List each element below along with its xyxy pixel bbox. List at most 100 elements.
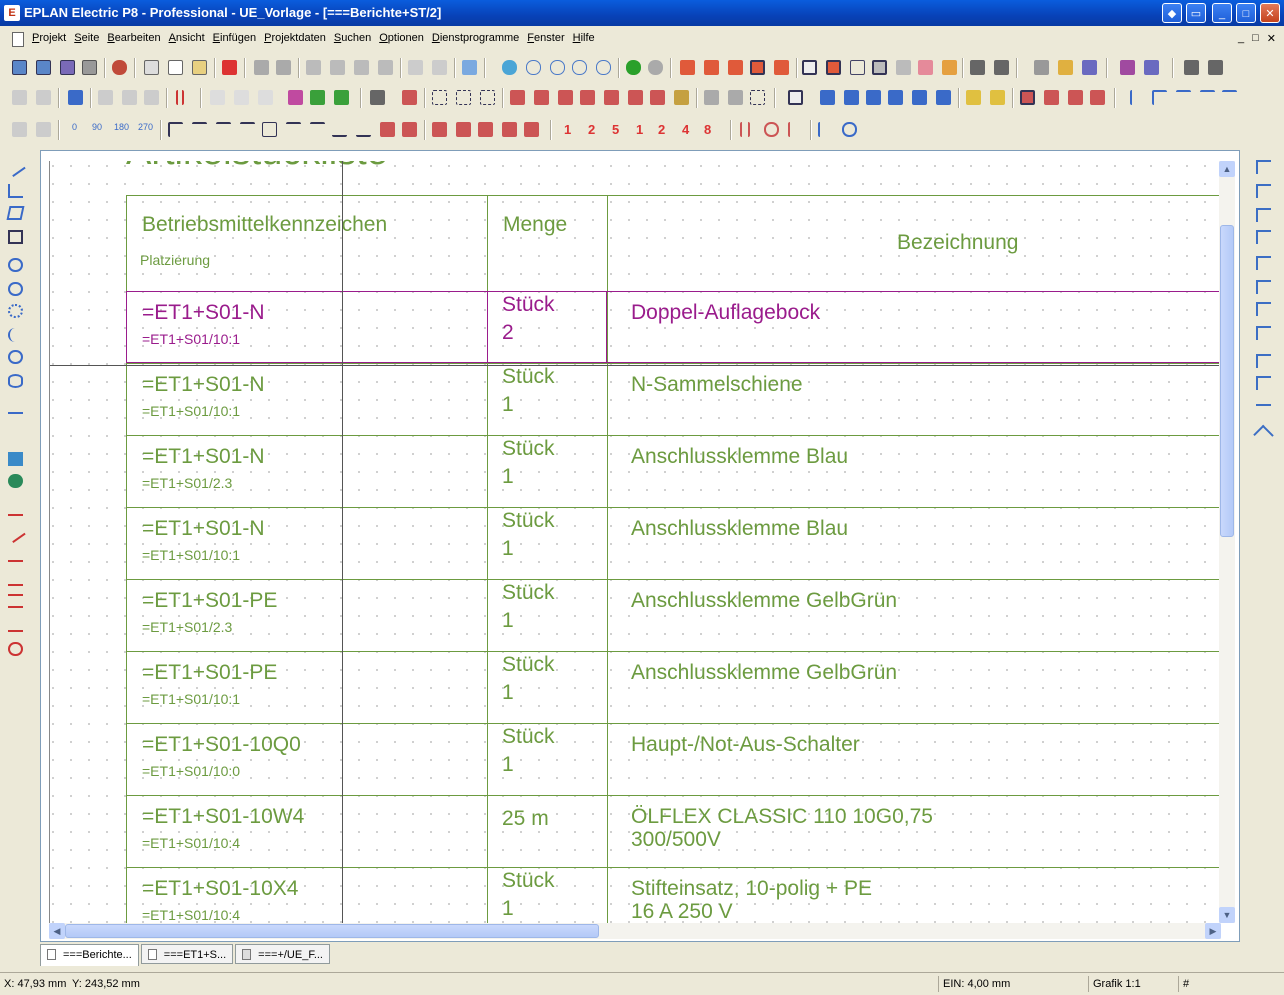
cable-h-icon[interactable] [674,90,689,105]
cable-d-icon[interactable] [580,90,595,105]
new-project-icon[interactable] [12,60,27,75]
numbering-2b-button[interactable]: 2 [658,122,665,137]
rotate-180-button[interactable]: 180 [114,122,129,132]
line-tee-icon[interactable] [1176,90,1191,105]
document-icon[interactable] [12,32,24,47]
line-cross-icon[interactable] [1200,90,1215,105]
tab-et1-s[interactable]: ===ET1+S... [140,944,234,964]
line-vertical-icon[interactable] [1130,90,1134,105]
menu-seite[interactable]: Seite [70,32,103,44]
table-row[interactable]: =ET1+S01-N =ET1+S01/10:1 Stück 1 Anschlus… [126,507,1222,579]
tee-d-icon[interactable] [356,122,371,137]
macro-text-icon[interactable] [1144,60,1159,75]
rotate-90-button[interactable]: 90 [92,122,102,132]
wire-a-icon[interactable] [740,122,750,137]
table-row[interactable]: =ET1+S01-PE =ET1+S01/2.3 Stück 1 Anschlus… [126,579,1222,651]
arc-3p-tool-icon[interactable] [8,328,23,342]
horizontal-scroll-thumb[interactable] [65,924,599,938]
dimension-tool-icon[interactable] [8,502,23,516]
symbol-c-icon[interactable] [1068,90,1083,105]
menu-projektdaten[interactable]: Projektdaten [260,32,330,44]
branch-c-icon[interactable] [1256,302,1271,316]
dimension-increment-tool-icon[interactable] [8,594,23,608]
symbol-a-icon[interactable] [1020,90,1035,105]
grid-b-icon[interactable] [704,60,719,75]
bxh-d-icon[interactable] [502,122,517,137]
tab-berichte[interactable]: ===Berichte... [40,944,139,966]
page-move-icon[interactable] [234,90,249,105]
numbering-2-button[interactable]: 2 [588,122,595,137]
table-icon[interactable] [432,60,447,75]
horizontal-scrollbar[interactable]: ◀ ▶ [49,923,1221,939]
check-icon[interactable] [408,60,423,75]
jump-a-icon[interactable] [1256,354,1271,368]
potential-icon[interactable] [380,122,395,137]
tee-b-icon[interactable] [310,122,325,137]
menu-optionen[interactable]: Optionen [375,32,428,44]
lightning-icon[interactable] [276,60,291,75]
placeholder-a-icon[interactable] [432,90,447,105]
symbol-b-icon[interactable] [1044,90,1059,105]
wire-c-icon[interactable] [788,122,794,137]
connection-b-icon[interactable] [844,90,859,105]
cable-f-icon[interactable] [628,90,643,105]
object-snap-icon[interactable] [826,60,841,75]
vertical-scroll-thumb[interactable] [1220,225,1234,537]
jump-b-icon[interactable] [1256,376,1271,390]
cable-g-icon[interactable] [650,90,665,105]
table-row[interactable]: =ET1+S01-10W4 =ET1+S01/10:4 25 m ÖLFLEX … [126,795,1222,867]
interrupt-icon[interactable] [176,90,184,105]
structure-icon[interactable] [994,60,1009,75]
symbol-macro-icon[interactable] [402,90,417,105]
placeholder-b-icon[interactable] [456,90,471,105]
arc-tool-icon[interactable] [8,304,23,318]
hatch-b-icon[interactable] [728,90,743,105]
arrow-right-icon[interactable] [1256,404,1271,418]
circle-center-tool-icon[interactable] [8,258,23,272]
scroll-up-button[interactable]: ▲ [1219,161,1235,177]
scroll-right-button[interactable]: ▶ [1205,923,1221,939]
redo-list-icon[interactable] [378,60,393,75]
chart-icon[interactable] [942,60,957,75]
close-button[interactable]: ✕ [1260,3,1280,23]
line-corner-icon[interactable] [1152,90,1167,105]
wire-b-icon[interactable] [764,122,779,137]
menu-bearbeiten[interactable]: Bearbeiten [103,32,164,44]
user-icon[interactable] [68,90,83,105]
bxh-b-icon[interactable] [456,122,471,137]
symbol-d-icon[interactable] [1090,90,1105,105]
circle-tool-icon[interactable] [8,282,23,296]
cable-a-icon[interactable] [510,90,525,105]
measure-a-icon[interactable] [818,122,833,137]
angle-c-icon[interactable] [1256,208,1271,222]
rotate-0-button[interactable]: 0 [72,122,77,132]
settings-icon[interactable] [112,60,127,75]
cable-e-icon[interactable] [604,90,619,105]
menu-hilfe[interactable]: Hilfe [569,32,599,44]
mdi-minimize-button[interactable]: _ [1238,32,1244,45]
window-macro-icon[interactable] [370,90,385,105]
insert-page-icon[interactable] [12,122,27,137]
table-row[interactable]: =ET1+S01-N =ET1+S01/10:1 Stück 2 Doppel-A… [126,291,1222,363]
cut-icon[interactable] [144,60,159,75]
page-icon[interactable] [12,90,27,105]
drawing-canvas[interactable]: Artikelstückliste Betriebsmittelkennzeic… [49,161,1222,923]
tab-ue-f[interactable]: ===+/UE_F... [235,944,330,964]
cable-c-icon[interactable] [558,90,573,105]
group-a-icon[interactable] [966,90,981,105]
ohm-icon[interactable] [872,60,887,75]
undo-icon[interactable] [306,60,321,75]
crosshair-icon[interactable] [850,60,865,75]
radius-dimension-tool-icon[interactable] [8,642,23,656]
numbering-4-button[interactable]: 4 [682,122,689,137]
connection-f-icon[interactable] [936,90,951,105]
select-pointer-icon[interactable] [788,90,803,105]
explode-icon[interactable] [254,60,269,75]
scroll-left-button[interactable]: ◀ [49,923,65,939]
distribute-icon[interactable] [122,90,137,105]
align-icon[interactable] [98,90,113,105]
open-project-icon[interactable] [36,60,51,75]
polyline-tool-icon[interactable] [8,184,23,198]
zoom-100-icon[interactable] [596,60,611,75]
maximize-button[interactable]: □ [1236,3,1256,23]
